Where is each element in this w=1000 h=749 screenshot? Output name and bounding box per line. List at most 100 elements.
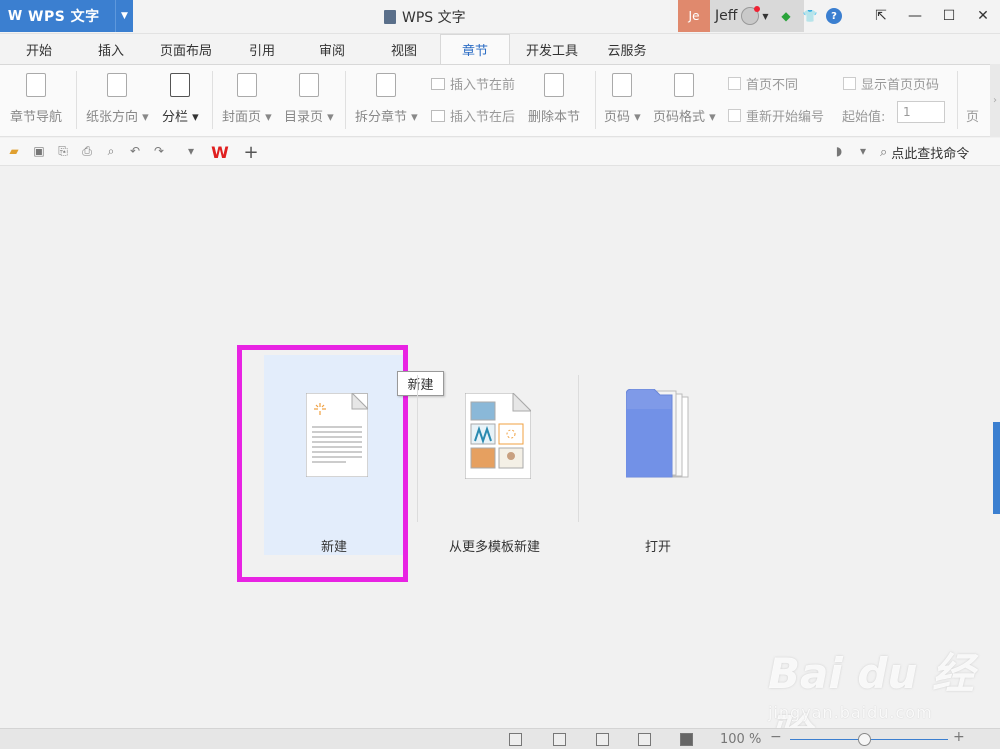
customize-dropdown-icon[interactable]: ▾ <box>184 144 198 158</box>
title-bar: W WPS 文字 ▼ WPS 文字 Je Jeff ▼ ◆ 👕 ? ⇱ — ☐ … <box>0 0 1000 34</box>
tab-cloud-service[interactable]: 云服务 <box>594 34 660 64</box>
chevron-down-icon[interactable]: ▼ <box>115 0 133 32</box>
ribbon-divider <box>212 71 213 129</box>
insert-section-before-button[interactable]: 插入节在前 <box>431 74 515 93</box>
ribbon-divider <box>957 71 958 129</box>
tile-divider <box>417 375 418 522</box>
share-up-icon[interactable]: ⇱ <box>864 0 898 32</box>
tab-review[interactable]: 审阅 <box>296 34 368 64</box>
tab-insert[interactable]: 插入 <box>78 34 144 64</box>
highlight-annotation <box>237 345 408 582</box>
first-page-different-checkbox[interactable]: 首页不同 <box>728 74 798 93</box>
ribbon-chapter: 章节导航 纸张方向 ▾ 分栏 ▾ 封面页 ▾ 目录页 ▾ 拆分章节 ▾ 插入节在… <box>0 64 1000 137</box>
status-bar: 100 % − + <box>0 728 1000 749</box>
page-number-icon <box>612 73 633 97</box>
fullscreen-icon[interactable] <box>509 733 522 746</box>
open-document-tile[interactable]: 打开 <box>588 355 731 555</box>
page-more-label: 页 <box>966 110 980 125</box>
close-button[interactable]: ✕ <box>966 0 1000 32</box>
tile-divider <box>578 375 579 522</box>
chevron-down-icon: ▼ <box>762 11 769 21</box>
search-icon: ⌕ <box>880 145 888 160</box>
split-chapter-icon <box>376 73 397 97</box>
insert-section-after-button[interactable]: 插入节在后 <box>431 106 515 125</box>
tab-page-layout[interactable]: 页面布局 <box>144 34 228 64</box>
new-tab-plus-icon[interactable]: + <box>241 140 261 164</box>
chapter-nav-button[interactable]: 章节导航 <box>10 71 62 125</box>
toc-page-icon <box>298 73 319 97</box>
tab-chapter[interactable]: 章节 <box>440 34 510 64</box>
print-preview-icon[interactable]: ⌕ <box>104 144 118 158</box>
tab-view[interactable]: 视图 <box>368 34 440 64</box>
open-folder-icon[interactable]: ▰ <box>7 144 21 158</box>
template-document-icon <box>465 393 531 479</box>
start-value-label: 起始值: <box>842 110 886 125</box>
show-first-page-number-checkbox[interactable]: 显示首页页码 <box>843 74 939 93</box>
zoom-slider-thumb[interactable] <box>858 733 871 746</box>
columns-icon <box>170 73 191 97</box>
find-command-search[interactable]: ⌕ 点此查找命令 <box>880 143 969 162</box>
colorful-logo-icon[interactable]: ◆ <box>778 8 794 24</box>
zoom-out-button[interactable]: − <box>770 729 782 745</box>
zoom-in-button[interactable]: + <box>953 729 965 745</box>
title-tools: ◆ 👕 ? <box>778 8 842 24</box>
ribbon-divider <box>595 71 596 129</box>
minimize-button[interactable]: — <box>898 0 932 32</box>
tab-home[interactable]: 开始 <box>0 34 78 64</box>
delete-section-button[interactable]: 删除本节 <box>528 71 580 125</box>
member-crown-icon <box>741 6 761 25</box>
help-icon[interactable]: ? <box>826 8 842 24</box>
comment-icon[interactable]: ▾ <box>856 144 870 158</box>
insert-section-before-icon <box>431 77 445 90</box>
open-folder-icon <box>626 389 689 478</box>
outline-view-icon[interactable] <box>596 733 609 746</box>
baidu-watermark-url: jingyan.baidu.com <box>768 703 933 722</box>
user-name: Jeff <box>715 8 738 24</box>
paper-orientation-button[interactable]: 纸张方向 ▾ <box>86 71 149 125</box>
eye-protection-icon[interactable] <box>680 733 693 746</box>
window-controls: ⇱ — ☐ ✕ <box>864 0 1000 32</box>
zoom-level[interactable]: 100 % <box>720 732 761 747</box>
paper-orientation-icon <box>107 73 128 97</box>
app-name: WPS 文字 <box>28 9 100 25</box>
chapter-nav-icon <box>26 73 46 97</box>
cover-page-icon <box>236 73 257 97</box>
cover-page-button[interactable]: 封面页 ▾ <box>222 71 272 125</box>
document-icon <box>384 10 396 24</box>
maximize-button[interactable]: ☐ <box>932 0 966 32</box>
window-title: WPS 文字 <box>384 7 466 27</box>
start-value-input[interactable]: 1 <box>897 101 945 123</box>
columns-button[interactable]: 分栏 ▾ <box>162 71 199 125</box>
avatar[interactable]: Je <box>678 0 710 32</box>
toc-page-button[interactable]: 目录页 ▾ <box>284 71 334 125</box>
tab-developer[interactable]: 开发工具 <box>510 34 594 64</box>
new-from-template-label: 从更多模板新建 <box>449 540 541 555</box>
page-number-format-button[interactable]: 页码格式 ▾ <box>653 71 716 125</box>
ribbon-scroll-right-icon[interactable]: › <box>990 64 1000 137</box>
page-number-button[interactable]: 页码 ▾ <box>604 71 641 125</box>
open-document-label: 打开 <box>645 540 672 555</box>
wps-logo-icon: W <box>7 8 23 24</box>
tab-references[interactable]: 引用 <box>228 34 296 64</box>
ribbon-divider <box>345 71 346 129</box>
web-view-icon[interactable] <box>638 733 651 746</box>
shirt-skin-icon[interactable]: 👕 <box>802 8 818 24</box>
redo-icon[interactable]: ↷ <box>152 144 166 158</box>
notification-dot-icon <box>754 6 761 12</box>
page-view-icon[interactable] <box>553 733 566 746</box>
split-chapter-button[interactable]: 拆分章节 ▾ <box>355 71 418 125</box>
export-icon[interactable]: ⎘ <box>56 144 70 158</box>
new-from-template-tile[interactable]: 从更多模板新建 <box>425 355 570 555</box>
side-panel-toggle[interactable] <box>993 422 1000 514</box>
restart-numbering-checkbox[interactable]: 重新开始编号 <box>728 106 824 125</box>
wps-home-icon[interactable]: W <box>206 140 234 164</box>
undo-icon[interactable]: ↶ <box>128 144 142 158</box>
ribbon-divider <box>76 71 77 129</box>
print-icon[interactable]: ⎙ <box>80 144 94 158</box>
ribbon-tabs: 开始 插入 页面布局 引用 审阅 视图 章节 开发工具 云服务 <box>0 34 1000 64</box>
app-menu-button[interactable]: W WPS 文字 ▼ <box>0 0 133 32</box>
insert-section-after-icon <box>431 109 445 122</box>
doc-helper-icon[interactable]: ◗ <box>832 144 846 158</box>
save-icon[interactable]: ▣ <box>32 144 46 158</box>
page-number-format-icon <box>674 73 695 97</box>
